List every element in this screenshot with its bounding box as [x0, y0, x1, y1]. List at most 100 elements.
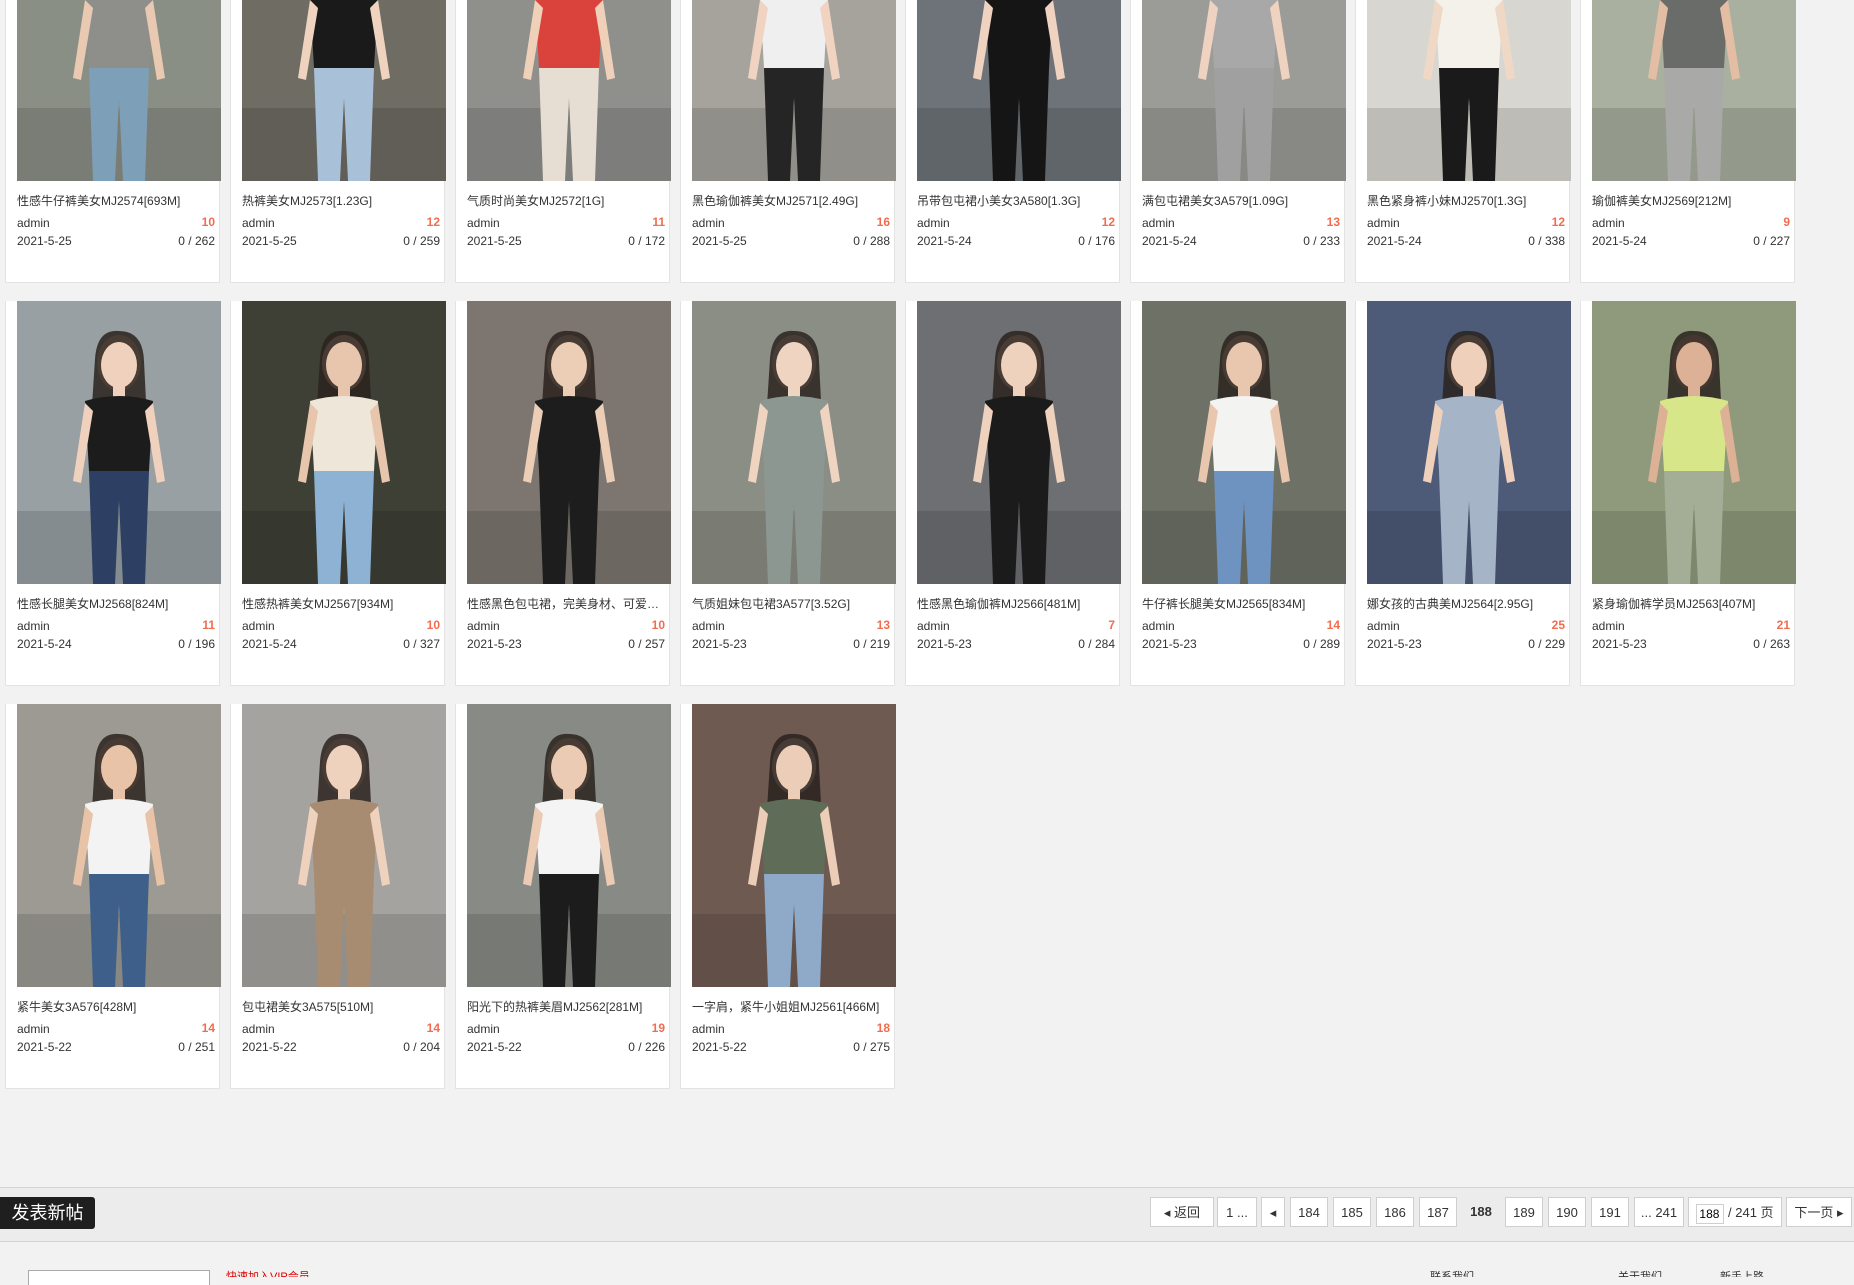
footer-guide-link[interactable]: 新手上路	[1720, 1268, 1764, 1277]
thumbnail[interactable]	[467, 301, 671, 584]
thread-author[interactable]: admin	[917, 216, 950, 230]
thumbnail[interactable]	[692, 0, 896, 181]
thread-title[interactable]: 气质姐妹包屯裙3A577[3.52G]	[692, 595, 892, 612]
thumbnail[interactable]	[467, 704, 671, 987]
page-button[interactable]: 189	[1505, 1197, 1543, 1227]
thread-title[interactable]: 性感黑色瑜伽裤MJ2566[481M]	[917, 595, 1117, 612]
thumbnail[interactable]	[467, 0, 671, 181]
page-button[interactable]: 190	[1548, 1197, 1586, 1227]
thread-card[interactable]: 热裤美女MJ2573[1.23G] admin 12 2021-5-25 0 / 259	[230, 0, 446, 283]
thread-card[interactable]: 性感牛仔裤美女MJ2574[693M] admin 10 2021-5-25 0 / 2…	[5, 0, 221, 283]
thread-card[interactable]: 满包屯裙美女3A579[1.09G] admin 13 2021-5-24 0 / 23…	[1130, 0, 1346, 283]
page-button[interactable]: 187	[1419, 1197, 1457, 1227]
footer-about-link[interactable]: 关于我们	[1618, 1268, 1662, 1277]
thread-title[interactable]: 热裤美女MJ2573[1.23G]	[242, 192, 442, 209]
thread-author[interactable]: admin	[17, 619, 50, 633]
thread-title[interactable]: 牛仔裤长腿美女MJ2565[834M]	[1142, 595, 1342, 612]
thread-title[interactable]: 包屯裙美女3A575[510M]	[242, 998, 442, 1015]
page-button[interactable]: 186	[1376, 1197, 1414, 1227]
next-page-button[interactable]: 下一页 ▸	[1786, 1197, 1852, 1227]
thread-title[interactable]: 气质时尚美女MJ2572[1G]	[467, 192, 667, 209]
page-jump-input[interactable]	[1696, 1203, 1725, 1224]
thread-card[interactable]: 一字肩，紧牛小姐姐MJ2561[466M] admin 18 2021-5-22 0 /…	[680, 704, 896, 1089]
thread-card[interactable]: 紧牛美女3A576[428M] admin 14 2021-5-22 0 / 251	[5, 704, 221, 1089]
thread-title[interactable]: 瑜伽裤美女MJ2569[212M]	[1592, 192, 1792, 209]
page-first-button[interactable]: 1 ...	[1217, 1197, 1257, 1227]
thread-author[interactable]: admin	[1367, 216, 1400, 230]
thumbnail[interactable]	[1142, 301, 1346, 584]
thread-title[interactable]: 满包屯裙美女3A579[1.09G]	[1142, 192, 1342, 209]
thread-title[interactable]: 性感黑色包屯裙，完美身材、可爱脸蛋MJ	[467, 595, 667, 612]
thread-card[interactable]: 气质姐妹包屯裙3A577[3.52G] admin 13 2021-5-23 0 / 2…	[680, 301, 896, 686]
thumbnail[interactable]	[1367, 301, 1571, 584]
footer-vip-link[interactable]: 快速加入VIP会员	[226, 1268, 310, 1277]
thread-card[interactable]: 黑色紧身裤小妹MJ2570[1.3G] admin 12 2021-5-24 0 / 3…	[1355, 0, 1571, 283]
thread-card[interactable]: 性感黑色瑜伽裤MJ2566[481M] admin 7 2021-5-23 0 / 28…	[905, 301, 1121, 686]
page-button[interactable]: 184	[1290, 1197, 1328, 1227]
thread-author[interactable]: admin	[467, 619, 500, 633]
thumbnail[interactable]	[1592, 0, 1796, 181]
thumbnail[interactable]	[242, 301, 446, 584]
thread-card[interactable]: 娜女孩的古典美MJ2564[2.95G] admin 25 2021-5-23 0 / …	[1355, 301, 1571, 686]
thread-card[interactable]: 紧身瑜伽裤学员MJ2563[407M] admin 21 2021-5-23 0 / 2…	[1580, 301, 1796, 686]
thread-author[interactable]: admin	[17, 1022, 50, 1036]
thread-card[interactable]: 气质时尚美女MJ2572[1G] admin 11 2021-5-25 0 / 172	[455, 0, 671, 283]
thread-title[interactable]: 黑色紧身裤小妹MJ2570[1.3G]	[1367, 192, 1567, 209]
thumbnail[interactable]	[1142, 0, 1346, 181]
footer-contact-link[interactable]: 联系我们	[1430, 1268, 1474, 1277]
thread-title[interactable]: 性感热裤美女MJ2567[934M]	[242, 595, 442, 612]
thread-card[interactable]: 阳光下的热裤美眉MJ2562[281M] admin 19 2021-5-22 0 / …	[455, 704, 671, 1089]
thread-title[interactable]: 性感牛仔裤美女MJ2574[693M]	[17, 192, 217, 209]
thread-card[interactable]: 牛仔裤长腿美女MJ2565[834M] admin 14 2021-5-23 0 / 2…	[1130, 301, 1346, 686]
thumbnail[interactable]	[17, 301, 221, 584]
thread-author[interactable]: admin	[467, 1022, 500, 1036]
thread-card[interactable]: 黑色瑜伽裤美女MJ2571[2.49G] admin 16 2021-5-25 0 / …	[680, 0, 896, 283]
thread-author[interactable]: admin	[242, 216, 275, 230]
footer-search-box[interactable]	[28, 1270, 210, 1285]
thread-title[interactable]: 紧身瑜伽裤学员MJ2563[407M]	[1592, 595, 1792, 612]
page-last-button[interactable]: ... 241	[1634, 1197, 1684, 1227]
thread-author[interactable]: admin	[1142, 619, 1175, 633]
thumbnail[interactable]	[17, 0, 221, 181]
thumbnail[interactable]	[242, 0, 446, 181]
back-button[interactable]: ◂ 返回	[1150, 1197, 1214, 1227]
new-post-button[interactable]: 发表新帖	[0, 1197, 95, 1229]
thumbnail[interactable]	[692, 301, 896, 584]
thread-card[interactable]: 性感热裤美女MJ2567[934M] admin 10 2021-5-24 0 / 32…	[230, 301, 446, 686]
thread-author[interactable]: admin	[1592, 619, 1625, 633]
thread-author[interactable]: admin	[242, 619, 275, 633]
thumbnail[interactable]	[17, 704, 221, 987]
thread-card[interactable]: 吊带包屯裙小美女3A580[1.3G] admin 12 2021-5-24 0 / 1…	[905, 0, 1121, 283]
thread-author[interactable]: admin	[1142, 216, 1175, 230]
thread-title[interactable]: 吊带包屯裙小美女3A580[1.3G]	[917, 192, 1117, 209]
thumbnail[interactable]	[242, 704, 446, 987]
thread-author[interactable]: admin	[917, 619, 950, 633]
thumbnail[interactable]	[692, 704, 896, 987]
thread-card[interactable]: 性感长腿美女MJ2568[824M] admin 11 2021-5-24 0 / 19…	[5, 301, 221, 686]
thumbnail[interactable]	[917, 301, 1121, 584]
thread-title[interactable]: 性感长腿美女MJ2568[824M]	[17, 595, 217, 612]
page-button[interactable]: 191	[1591, 1197, 1629, 1227]
page-button[interactable]: 185	[1333, 1197, 1371, 1227]
thumbnail[interactable]	[1592, 301, 1796, 584]
thread-author[interactable]: admin	[467, 216, 500, 230]
thumbnail[interactable]	[917, 0, 1121, 181]
thread-author[interactable]: admin	[242, 1022, 275, 1036]
thread-title[interactable]: 黑色瑜伽裤美女MJ2571[2.49G]	[692, 192, 892, 209]
thread-title[interactable]: 一字肩，紧牛小姐姐MJ2561[466M]	[692, 998, 892, 1015]
thumbnail[interactable]	[1367, 0, 1571, 181]
thread-title[interactable]: 阳光下的热裤美眉MJ2562[281M]	[467, 998, 667, 1015]
thread-author[interactable]: admin	[1367, 619, 1400, 633]
thread-author[interactable]: admin	[692, 216, 725, 230]
thread-title[interactable]: 紧牛美女3A576[428M]	[17, 998, 217, 1015]
thread-card[interactable]: 瑜伽裤美女MJ2569[212M] admin 9 2021-5-24 0 / 227	[1580, 0, 1796, 283]
thread-author[interactable]: admin	[692, 619, 725, 633]
prev-page-button[interactable]: ◂	[1261, 1197, 1285, 1227]
thread-author[interactable]: admin	[17, 216, 50, 230]
thread-title[interactable]: 娜女孩的古典美MJ2564[2.95G]	[1367, 595, 1567, 612]
thread-card[interactable]: 包屯裙美女3A575[510M] admin 14 2021-5-22 0 / 204	[230, 704, 446, 1089]
thread-author[interactable]: admin	[1592, 216, 1625, 230]
thread-card[interactable]: 性感黑色包屯裙，完美身材、可爱脸蛋MJ admin 10 2021-5-23 0 / 2…	[455, 301, 671, 686]
thread-author[interactable]: admin	[692, 1022, 725, 1036]
thread-date: 2021-5-23	[1592, 637, 1647, 651]
